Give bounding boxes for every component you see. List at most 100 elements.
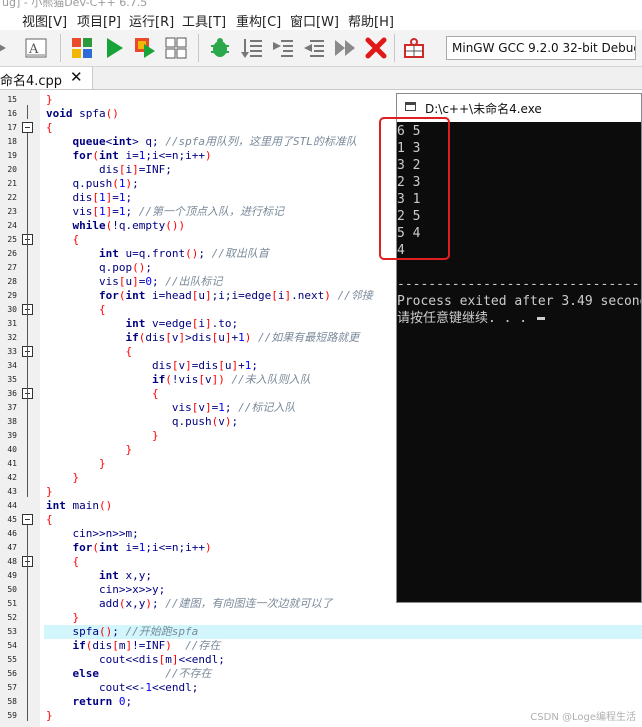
line-number: 32	[7, 333, 17, 342]
line-number: 36	[7, 389, 17, 398]
line-number: 28	[7, 277, 17, 286]
compile-run-icon[interactable]	[133, 36, 157, 60]
line-number: 44	[7, 501, 17, 510]
menu-item-1[interactable]: 视图[V]	[22, 11, 67, 30]
line-number: 15	[7, 95, 17, 104]
compile-icon[interactable]	[70, 36, 94, 60]
profile-icon[interactable]	[402, 36, 426, 60]
window-title: ug] - 小熊猫Dev-C++ 6.7.5	[2, 0, 148, 8]
menu-item-6[interactable]: 窗口[W]	[290, 11, 339, 30]
line-number: 45	[7, 515, 17, 524]
console-line: Process exited after 3.49 seconds	[397, 294, 642, 309]
code-text: int x,y;	[98, 569, 152, 582]
line-number: 27	[7, 263, 17, 272]
close-icon[interactable]: ✕	[70, 68, 83, 86]
line-number: 20	[7, 165, 17, 174]
line-number: 31	[7, 319, 17, 328]
code-text: else //不存在	[72, 667, 212, 680]
line-number: 25	[7, 235, 17, 244]
code-text: spfa(); //开始跑spfa	[72, 625, 199, 638]
fold-guide	[27, 567, 28, 623]
code-text: }	[151, 429, 159, 442]
code-text: if(dis[v]>dis[u]+1) //如果有最短路就更	[125, 331, 360, 344]
code-line[interactable]: 52 }	[0, 611, 642, 625]
code-text: }	[125, 443, 133, 456]
code-text: }	[72, 611, 80, 624]
window-title-bar: ug] - 小熊猫Dev-C++ 6.7.5	[0, 0, 642, 8]
code-line[interactable]: 54 if(dis[m]!=INF) //存在	[0, 639, 642, 653]
code-text: q.pop();	[98, 261, 152, 274]
code-line[interactable]: 57 cout<<-1<<endl;	[0, 681, 642, 695]
menu-item-2[interactable]: 项目[P]	[77, 11, 121, 30]
rebuild-icon[interactable]	[164, 36, 188, 60]
code-line[interactable]: 56 else //不存在	[0, 667, 642, 681]
console-window-icon	[405, 102, 416, 111]
format-code-icon[interactable]: A	[24, 36, 48, 60]
line-number: 30	[7, 305, 17, 314]
line-number: 55	[7, 655, 17, 664]
line-number: 34	[7, 361, 17, 370]
code-text: }	[98, 457, 106, 470]
code-text: q.push(v);	[171, 415, 239, 428]
menu-item-3[interactable]: 运行[R]	[129, 11, 174, 30]
debug-icon[interactable]	[208, 36, 232, 60]
code-text: int u=q.front(); //取出队首	[98, 247, 269, 260]
line-number: 53	[7, 627, 17, 636]
line-number: 21	[7, 179, 17, 188]
line-number: 43	[7, 487, 17, 496]
fold-guide	[27, 399, 28, 441]
code-text: }	[46, 709, 53, 722]
toolbar: A MinGW GCC 9.2.0 32-bit Debug	[0, 30, 642, 67]
code-text: cout<<dis[m]<<endl;	[98, 653, 225, 666]
fold-toggle-icon[interactable]	[22, 122, 33, 133]
code-text: }	[46, 93, 53, 106]
code-text: if(dis[m]!=INF) //存在	[72, 639, 221, 652]
line-number: 41	[7, 459, 17, 468]
code-text: {	[72, 555, 80, 568]
step-out-icon[interactable]	[302, 36, 326, 60]
line-number: 49	[7, 571, 17, 580]
code-line[interactable]: 58 return 0;	[0, 695, 642, 709]
line-number: 57	[7, 683, 17, 692]
line-number: 22	[7, 193, 17, 202]
menu-item-5[interactable]: 重构[C]	[236, 11, 281, 30]
code-text: {	[72, 233, 80, 246]
code-text: for(int i=1;i<=n;i++)	[72, 149, 212, 162]
line-number: 19	[7, 151, 17, 160]
line-number: 18	[7, 137, 17, 146]
line-number: 26	[7, 249, 17, 258]
code-text: while(!q.empty())	[72, 219, 186, 232]
compiler-select[interactable]: MinGW GCC 9.2.0 32-bit Debug	[446, 36, 636, 60]
step-into-icon[interactable]	[271, 36, 295, 60]
code-text: cin>>n>>m;	[72, 527, 139, 540]
line-number: 46	[7, 529, 17, 538]
line-number: 17	[7, 123, 17, 132]
code-text: void spfa()	[46, 107, 119, 120]
menu-item-7[interactable]: 帮助[H]	[348, 11, 394, 30]
console-title: D:\c++\未命名4.exe	[425, 102, 542, 116]
editor-tab-bar: 命名4.cpp ✕	[0, 67, 642, 90]
code-text: vis[u]=0; //出队标记	[98, 275, 223, 288]
menu-item-4[interactable]: 工具[T]	[182, 11, 226, 30]
line-number: 42	[7, 473, 17, 482]
code-text: q.push(1);	[72, 177, 139, 190]
line-number: 40	[7, 445, 17, 454]
step-over-icon[interactable]	[240, 36, 264, 60]
line-number: 50	[7, 585, 17, 594]
file-tab[interactable]: 命名4.cpp ✕	[0, 67, 93, 89]
continue-icon[interactable]	[333, 36, 357, 60]
line-number: 38	[7, 417, 17, 426]
line-number: 56	[7, 669, 17, 678]
toggle-comment-icon[interactable]	[0, 36, 12, 60]
run-icon[interactable]	[102, 36, 126, 60]
stop-icon[interactable]	[364, 36, 388, 60]
code-text: for(int i=head[u];i;i=edge[i].next) //邻接	[98, 289, 373, 302]
fold-toggle-icon[interactable]	[22, 514, 33, 525]
file-tab-label: 命名4.cpp	[0, 74, 63, 89]
code-text: cout<<-1<<endl;	[98, 681, 199, 694]
code-line[interactable]: 55 cout<<dis[m]<<endl;	[0, 653, 642, 667]
line-number: 29	[7, 291, 17, 300]
code-text: vis[v]=1; //标记入队	[171, 401, 296, 414]
code-line[interactable]: 53 spfa(); //开始跑spfa	[7, 625, 642, 639]
code-text: dis[v]=dis[u]+1;	[151, 359, 258, 372]
